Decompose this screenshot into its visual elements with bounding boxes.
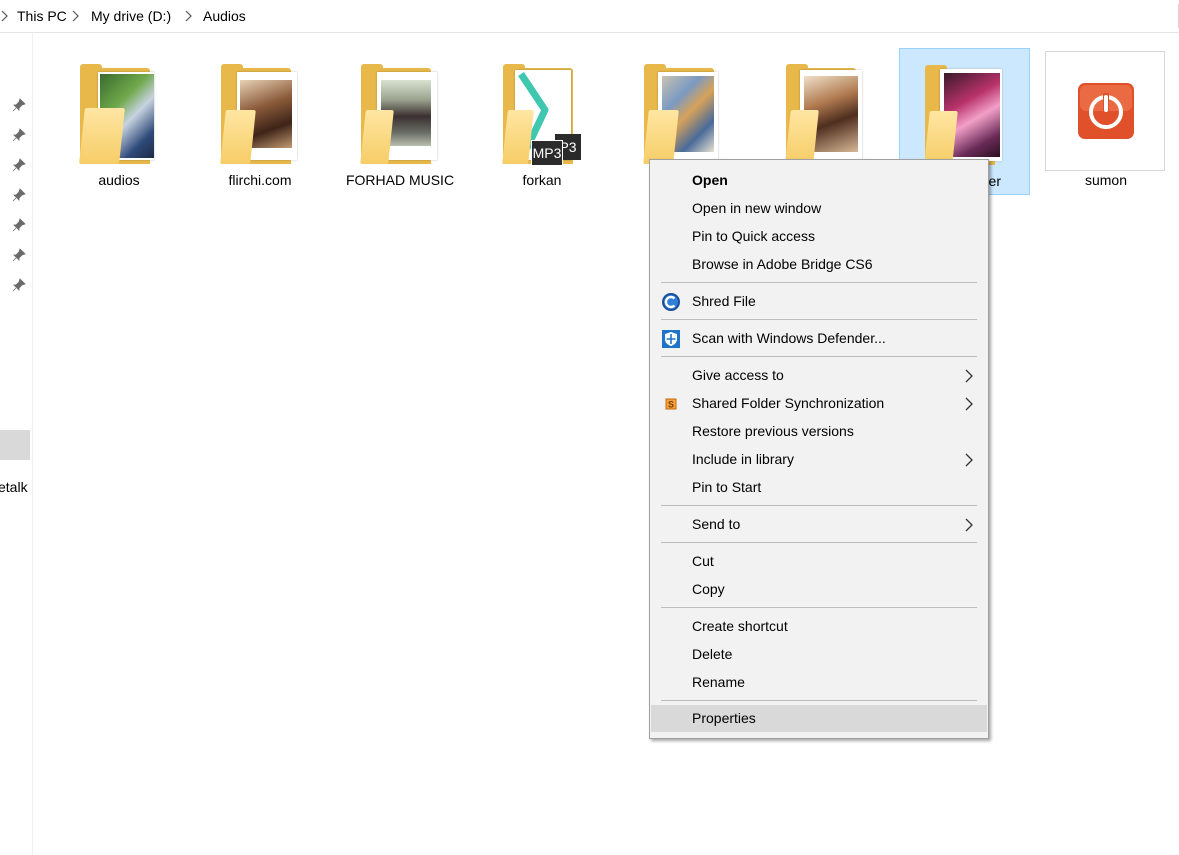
menu-item-label: Open in new window bbox=[692, 200, 822, 216]
item-label: er bbox=[988, 173, 1001, 189]
menu-item-label: Rename bbox=[692, 674, 745, 690]
menu-item-label: Copy bbox=[692, 581, 725, 597]
menu-separator bbox=[661, 505, 977, 506]
menu-item-label: Shared Folder Synchronization bbox=[692, 395, 885, 411]
chevron-right-icon bbox=[965, 397, 973, 411]
chevron-right-icon[interactable] bbox=[0, 9, 10, 23]
menu-item-label: Shred File bbox=[692, 293, 756, 309]
folder-item-flirchi[interactable]: flirchi.com bbox=[197, 48, 323, 194]
pin-icon[interactable] bbox=[12, 278, 26, 292]
menu-item-label: Include in library bbox=[692, 451, 794, 467]
menu-item-shred-file[interactable]: Shred File bbox=[652, 288, 986, 315]
navigation-pane[interactable]: etalk cted bbox=[0, 33, 33, 855]
folder-item-forhad-music[interactable]: FORHAD MUSIC bbox=[337, 48, 463, 194]
menu-item-label: Restore previous versions bbox=[692, 423, 854, 439]
item-label: flirchi.com bbox=[228, 172, 292, 188]
menu-separator bbox=[661, 542, 977, 543]
chevron-right-icon bbox=[965, 453, 973, 467]
menu-item-open-new-window[interactable]: Open in new window bbox=[652, 195, 986, 222]
menu-separator bbox=[661, 700, 977, 701]
sync-s-icon: S bbox=[665, 398, 677, 410]
chevron-right-icon bbox=[965, 518, 973, 532]
menu-separator bbox=[661, 607, 977, 608]
menu-item-pin-start[interactable]: Pin to Start bbox=[652, 474, 986, 501]
item-label: FORHAD MUSIC bbox=[345, 172, 455, 188]
chevron-right-icon[interactable] bbox=[71, 9, 81, 23]
menu-item-browse-bridge[interactable]: Browse in Adobe Bridge CS6 bbox=[652, 251, 986, 278]
breadcrumb-this-pc[interactable]: This PC bbox=[17, 8, 67, 24]
menu-item-rename[interactable]: Rename bbox=[652, 669, 986, 696]
menu-item-copy[interactable]: Copy bbox=[652, 576, 986, 603]
menu-item-shared-folder-sync[interactable]: S Shared Folder Synchronization bbox=[652, 390, 986, 417]
breadcrumb-my-drive[interactable]: My drive (D:) bbox=[91, 8, 171, 24]
menu-item-scan-defender[interactable]: Scan with Windows Defender... bbox=[652, 325, 986, 352]
pin-icon[interactable] bbox=[12, 98, 26, 112]
app-thumbnail bbox=[1045, 51, 1165, 171]
defender-shield-icon bbox=[662, 330, 680, 348]
folder-item-audios[interactable]: audios bbox=[56, 48, 182, 194]
pin-icon[interactable] bbox=[12, 188, 26, 202]
menu-separator bbox=[661, 319, 977, 320]
menu-separator bbox=[661, 356, 977, 357]
menu-separator bbox=[661, 282, 977, 283]
menu-item-label: Delete bbox=[692, 646, 733, 662]
menu-item-label: Pin to Quick access bbox=[692, 228, 815, 244]
nav-item-label[interactable]: etalk bbox=[0, 479, 28, 495]
menu-item-open[interactable]: Open bbox=[652, 167, 986, 194]
address-bar[interactable]: This PC My drive (D:) Audios bbox=[0, 0, 1179, 33]
pin-icon[interactable] bbox=[12, 218, 26, 232]
pin-icon[interactable] bbox=[12, 158, 26, 172]
chevron-right-icon[interactable] bbox=[184, 9, 194, 23]
menu-item-label: Cut bbox=[692, 553, 714, 569]
chevron-right-icon bbox=[965, 369, 973, 383]
menu-item-label: Give access to bbox=[692, 367, 784, 383]
menu-item-label: Scan with Windows Defender... bbox=[692, 330, 886, 346]
breadcrumb-audios[interactable]: Audios bbox=[203, 8, 246, 24]
menu-item-pin-quick-access[interactable]: Pin to Quick access bbox=[652, 223, 986, 250]
menu-item-cut[interactable]: Cut bbox=[652, 548, 986, 575]
pin-icon[interactable] bbox=[12, 128, 26, 142]
item-label: audios bbox=[98, 172, 140, 188]
nav-item-selected[interactable] bbox=[0, 430, 30, 460]
menu-item-send-to[interactable]: Send to bbox=[652, 511, 986, 538]
menu-item-label: Pin to Start bbox=[692, 479, 762, 495]
item-label: sumon bbox=[1084, 172, 1128, 188]
context-menu[interactable]: Open Open in new window Pin to Quick acc… bbox=[649, 159, 989, 739]
menu-item-label: Properties bbox=[692, 710, 756, 726]
menu-item-give-access[interactable]: Give access to bbox=[652, 362, 986, 389]
menu-item-include-library[interactable]: Include in library bbox=[652, 446, 986, 473]
menu-item-label: Send to bbox=[692, 516, 741, 532]
menu-item-label: Browse in Adobe Bridge CS6 bbox=[692, 256, 873, 272]
menu-item-delete[interactable]: Delete bbox=[652, 641, 986, 668]
menu-item-restore-versions[interactable]: Restore previous versions bbox=[652, 418, 986, 445]
menu-item-create-shortcut[interactable]: Create shortcut bbox=[652, 613, 986, 640]
menu-item-label: Open bbox=[692, 172, 728, 188]
shred-icon bbox=[662, 293, 680, 311]
svg-text:S: S bbox=[668, 400, 674, 410]
mp3-badge-front: MP3 bbox=[531, 140, 563, 166]
folder-item-forkan[interactable]: P3 MP3 forkan bbox=[479, 48, 605, 194]
power-icon bbox=[1078, 83, 1134, 139]
app-item-sumon[interactable]: sumon bbox=[1043, 48, 1169, 194]
menu-item-label: Create shortcut bbox=[692, 618, 788, 634]
item-label: forkan bbox=[522, 172, 562, 188]
pin-icon[interactable] bbox=[12, 248, 26, 262]
menu-item-properties[interactable]: Properties bbox=[651, 705, 987, 732]
